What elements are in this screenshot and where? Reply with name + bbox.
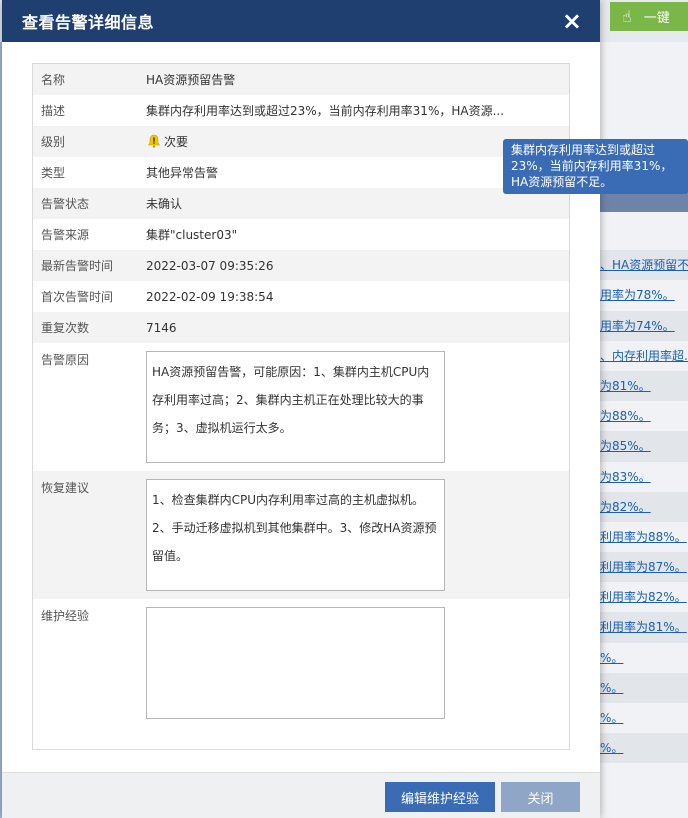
row-level: 级别 次要 [33,126,569,157]
alarm-detail-dialog: 查看告警详细信息 × 名称 HA资源预留告警 描述 集群内存利用率达到或超过23… [2,0,600,818]
level-label: 级别 [41,135,66,149]
list-item[interactable]: 利用率为88%。 [600,522,688,552]
advice-label: 恢复建议 [41,481,90,495]
list-item[interactable]: 为85%。 [600,431,688,462]
background-alarm-list: 、HA资源预留不... 用率为78%。 用率为74%。 、内存利用率超... 为… [600,220,688,764]
list-item[interactable]: 为82%。 [600,491,688,522]
hand-pointer-icon: ☝ [622,7,632,26]
list-item[interactable]: %。 [600,703,688,733]
name-label: 名称 [41,73,66,87]
row-status: 告警状态 未确认 [33,188,569,219]
row-advice: 恢复建议 1、检查集群内CPU内存利用率过高的主机虚拟机。2、手动迁移虚拟机到其… [33,471,569,599]
row-source: 告警来源 集群"cluster03" [33,219,569,250]
cause-label: 告警原因 [41,353,90,367]
experience-label: 维护经验 [41,609,90,623]
experience-textarea[interactable] [146,607,445,719]
close-icon[interactable]: × [562,9,582,33]
row-description: 描述 集群内存利用率达到或超过23%，当前内存利用率31%，HA资源... [33,95,569,126]
first-time-label: 首次告警时间 [41,290,114,304]
list-item[interactable]: %。 [600,733,688,764]
list-item[interactable]: 为83%。 [600,462,688,492]
list-item[interactable]: 、内存利用率超... [600,341,688,371]
list-item[interactable]: 利用率为81%。 [600,612,688,643]
close-button[interactable]: 关闭 [501,782,580,812]
list-item[interactable]: 用率为78%。 [600,280,688,310]
repeat-count-value: 7146 [146,320,177,335]
list-item[interactable]: 用率为74%。 [600,310,688,341]
status-label: 告警状态 [41,197,90,211]
alarm-detail-table: 名称 HA资源预留告警 描述 集群内存利用率达到或超过23%，当前内存利用率31… [32,63,570,750]
description-value[interactable]: 集群内存利用率达到或超过23%，当前内存利用率31%，HA资源... [146,102,569,119]
type-label: 类型 [41,166,66,180]
cause-textarea[interactable]: HA资源预留告警，可能原因：1、集群内主机CPU内存利用率过高；2、集群内主机正… [146,351,445,463]
first-time-value: 2022-02-09 19:38:54 [146,289,274,304]
list-item [600,220,688,250]
latest-time-value: 2022-03-07 09:35:26 [146,258,274,273]
warning-bell-icon [147,134,161,148]
description-tooltip: 集群内存利用率达到或超过23%，当前内存利用率31%，HA资源预留不足。 [503,139,688,194]
row-latest-time: 最新告警时间 2022-03-07 09:35:26 [33,250,569,281]
source-label: 告警来源 [41,228,90,242]
source-value: 集群"cluster03" [146,228,238,242]
dialog-footer: 编辑维护经验 关闭 [2,772,600,818]
level-value: 次要 [164,135,189,149]
row-name: 名称 HA资源预留告警 [33,64,569,95]
status-value: 未确认 [146,197,183,211]
list-item[interactable]: 为88%。 [600,401,688,431]
list-item[interactable]: 利用率为87%。 [600,552,688,583]
list-item[interactable]: %。 [600,643,688,673]
row-first-time: 首次告警时间 2022-02-09 19:38:54 [33,281,569,312]
dialog-title: 查看告警详细信息 [22,13,155,32]
latest-time-label: 最新告警时间 [41,259,114,273]
row-cause: 告警原因 HA资源预留告警，可能原因：1、集群内主机CPU内存利用率过高；2、集… [33,343,569,471]
repeat-count-label: 重复次数 [41,321,90,335]
description-label: 描述 [41,104,66,118]
advice-textarea[interactable]: 1、检查集群内CPU内存利用率过高的主机虚拟机。2、手动迁移虚拟机到其他集群中。… [146,479,445,591]
one-key-button[interactable]: ☝ 一键 [610,2,688,31]
list-item[interactable]: 为81%。 [600,370,688,402]
row-repeat-count: 重复次数 7146 [33,312,569,343]
list-item[interactable]: 利用率为82%。 [600,582,688,612]
edit-experience-button[interactable]: 编辑维护经验 [385,782,495,812]
one-key-label: 一键 [643,11,670,26]
list-item[interactable]: %。 [600,672,688,703]
name-value: HA资源预留告警 [146,73,236,87]
row-type: 类型 其他异常告警 [33,157,569,188]
dialog-header: 查看告警详细信息 × [2,0,600,42]
list-item[interactable]: 、HA资源预留不... [600,250,688,281]
row-experience: 维护经验 [33,599,569,727]
